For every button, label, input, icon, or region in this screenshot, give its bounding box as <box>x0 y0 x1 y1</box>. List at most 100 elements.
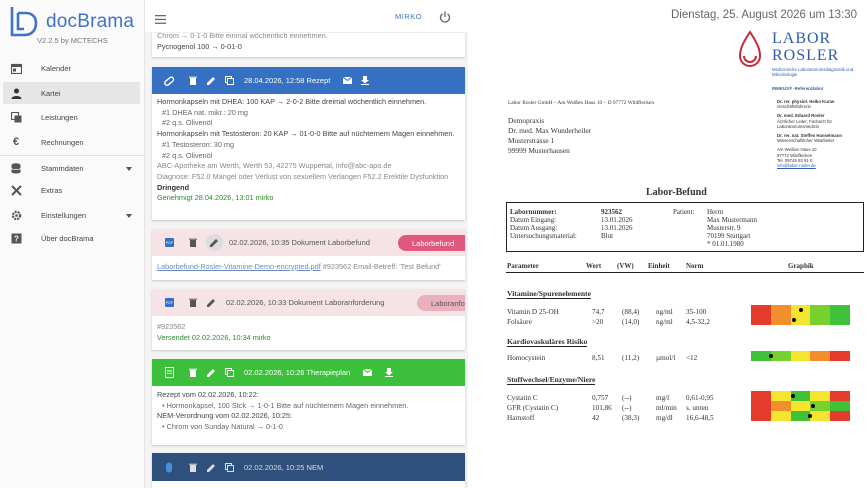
splitter[interactable] <box>468 0 478 488</box>
lab-reference: RIMKUS® -Referenzlabor <box>772 86 824 91</box>
result-gauge-marker <box>768 354 773 358</box>
nem-card-title: 02.02.2026, 10:25 NEM <box>244 462 324 472</box>
result-cell-einheit: µmol/l <box>656 354 676 362</box>
result-cell-einheit: ng/ml <box>656 318 673 326</box>
laborbefund-file-link[interactable]: Laborbefund-Rosler-Vitamine-Demo-encrypt… <box>157 262 321 271</box>
therapieplan-line: • Hormonkapsel, 100 Stck → 1-0-1 Bitte a… <box>162 400 409 410</box>
copy-icon[interactable] <box>220 460 238 474</box>
caret-down-icon <box>126 211 132 220</box>
result-cell-vw: (--) <box>622 394 632 402</box>
pdf-icon: PDF <box>160 236 178 250</box>
result-cell-norm: s. unten <box>686 404 709 412</box>
edit-icon[interactable] <box>202 74 220 88</box>
trash-icon[interactable] <box>184 460 202 474</box>
lab-subtitle: Medizinische Laboratoriumsdiagnostik und… <box>772 67 854 78</box>
report-info-box: Labornummer: Datum Eingang: Datum Ausgan… <box>506 202 864 252</box>
caret-down-icon <box>126 164 132 173</box>
result-cell-norm: <12 <box>686 354 698 362</box>
result-cell-param: Vitamin D 25-OH <box>507 308 559 316</box>
document-title: Labor-Befund <box>646 187 707 198</box>
laboranforderung-tag[interactable]: Laboranforderung <box>417 295 465 311</box>
result-cell-param: Harnstoff <box>507 414 535 422</box>
results-column-header: Parameter Wert (VW) Einheit Norm Graphik <box>506 262 864 273</box>
laborbefund-extra: #923562 Email-Betreff: 'Test Befund' <box>322 262 441 271</box>
result-cell-einheit: mg/l <box>656 394 670 402</box>
result-cell-einheit: ml/min <box>656 404 677 412</box>
edit-icon[interactable] <box>202 366 220 380</box>
rezept-urgent: Dringend <box>157 182 190 192</box>
trash-icon[interactable] <box>184 296 202 310</box>
result-cell-norm: 35-100 <box>686 308 707 316</box>
sidebar-item-kalender[interactable]: Kalender <box>3 57 140 79</box>
result-section-title: Vitamine/Spurenelemente <box>507 289 591 299</box>
sidebar-item-label: Rechnungen <box>41 137 84 147</box>
sidebar-item-ueber[interactable]: ? Über docBrama <box>3 227 140 249</box>
sidebar-item-kartei[interactable]: Kartei <box>3 82 140 104</box>
rezept-line: #2 q.s. Olivenöl <box>162 150 213 160</box>
power-icon[interactable] <box>439 10 451 28</box>
sidebar-item-stammdaten[interactable]: Stammdaten <box>3 157 140 179</box>
result-gauge-bar <box>751 351 850 361</box>
download-icon[interactable] <box>380 366 398 380</box>
therapieplan-line: NEM-Verordnung vom 02.02.2026, 10:25: <box>157 411 293 421</box>
sidebar-item-rechnungen[interactable]: € Rechnungen <box>3 131 140 153</box>
hamburger-menu-icon[interactable] <box>155 11 166 29</box>
copy-icon[interactable] <box>220 366 238 380</box>
sidebar-item-leistungen[interactable]: Leistungen <box>3 106 140 128</box>
sidebar-item-label: Kalender <box>41 63 72 73</box>
result-cell-param: Cystatin C <box>507 394 538 402</box>
previous-entry-card: Chrom → 0-1-0 Bitte einmal wöchentlich e… <box>152 33 465 57</box>
trash-icon[interactable] <box>184 366 202 380</box>
nem-card-header[interactable]: 02.02.2026, 10:25 NEM <box>152 453 465 481</box>
edit-icon[interactable] <box>202 296 220 310</box>
result-cell-vw: (14,0) <box>622 318 640 326</box>
docbrama-logo-icon <box>10 7 38 37</box>
sidebar-item-label: Leistungen <box>41 112 78 122</box>
result-cell-vw: (11,2) <box>622 354 640 362</box>
laborbefund-tag[interactable]: Laborbefund <box>398 235 465 251</box>
rezept-line: Hormonkapseln mit DHEA: 100 KAP → 2-0-2 … <box>157 97 427 106</box>
result-cell-wert: 42 <box>592 414 600 422</box>
rezept-card-header[interactable]: 28.04.2026, 12:58 Rezept <box>152 67 465 94</box>
rezept-line: #2 q.s. Olivenöl <box>162 118 213 128</box>
result-cell-vw: (38,3) <box>622 414 640 422</box>
tools-icon <box>9 183 23 197</box>
laboranforderung-card-header[interactable]: PDF 02.02.2026, 10:33 Dokument Laboranfo… <box>152 289 465 316</box>
app-name: docBrama <box>46 11 135 32</box>
trash-icon[interactable] <box>184 74 202 88</box>
sidebar-item-label: Einstellungen <box>41 210 87 220</box>
edit-icon[interactable] <box>206 234 223 251</box>
app-version: V2.2.5 by MCTECHS <box>37 36 108 45</box>
result-cell-wert: 74,7 <box>592 308 605 316</box>
top-bar: MIRKO <box>145 0 468 33</box>
trash-icon[interactable] <box>184 236 202 250</box>
result-cell-vw: (88,4) <box>622 308 640 316</box>
sidebar-item-einstellungen[interactable]: Einstellungen <box>3 204 140 226</box>
edit-icon[interactable] <box>202 460 220 474</box>
therapieplan-card-header[interactable]: 02.02.2026, 10:26 Therapieplan <box>152 359 465 386</box>
email-icon[interactable] <box>338 74 356 88</box>
download-icon[interactable] <box>356 74 374 88</box>
entry-line: Chrom → 0-1-0 Bitte einmal wöchentlich e… <box>157 33 328 40</box>
labor-rosler-logo-icon <box>738 30 762 67</box>
result-cell-param: Homocystein <box>507 354 546 362</box>
database-icon <box>9 161 23 175</box>
laborbefund-card-header[interactable]: PDF 02.02.2026, 10:35 Dokument Laborbefu… <box>152 229 465 256</box>
result-gauge-marker <box>790 394 795 398</box>
result-cell-param: Folsäure <box>507 318 532 326</box>
result-cell-wert: 8,51 <box>592 354 605 362</box>
document-icon <box>160 366 178 380</box>
user-button[interactable]: MIRKO <box>395 12 422 21</box>
laboranforderung-sent: Versendet 02.02.2026, 10:34 mirko <box>157 332 271 342</box>
sidebar-item-extras[interactable]: Extras <box>3 179 140 201</box>
email-icon[interactable] <box>358 366 376 380</box>
result-cell-einheit: ng/ml <box>656 308 673 316</box>
sidebar-divider <box>0 155 145 156</box>
sender-line: Labor Rosler GmbH – Am Weißen Haus 10 – … <box>508 100 655 106</box>
result-gauge-bar <box>751 401 850 411</box>
result-cell-norm: 0,61-0,95 <box>686 394 714 402</box>
copy-icon[interactable] <box>220 74 238 88</box>
svg-text:PDF: PDF <box>165 241 173 245</box>
rezept-card: 28.04.2026, 12:58 Rezept Hormonkapseln m… <box>152 67 465 220</box>
pdf-icon: PDF <box>160 296 178 310</box>
